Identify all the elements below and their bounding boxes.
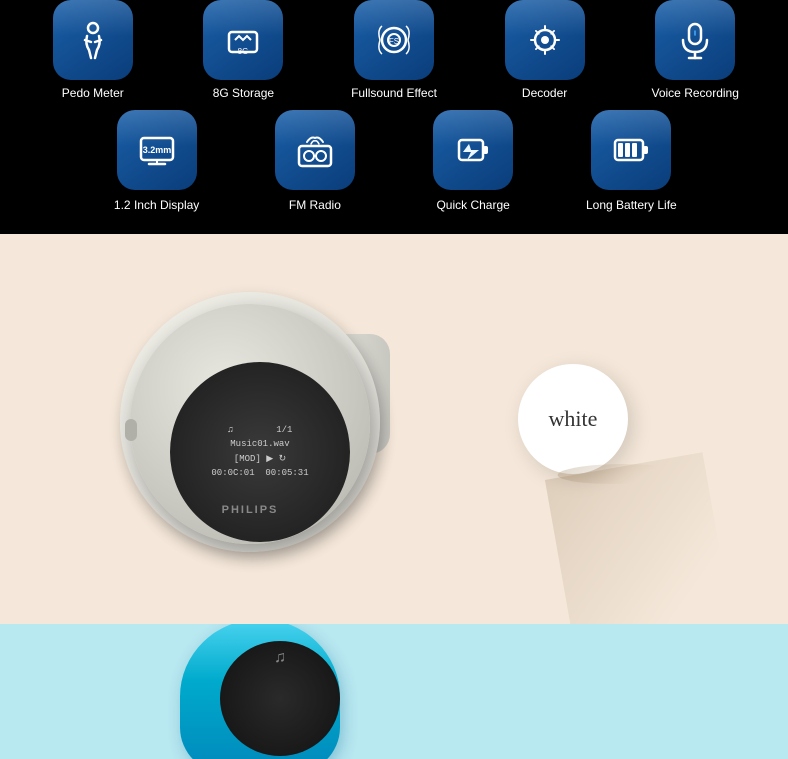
- blue-device-body: ♫: [180, 624, 340, 759]
- svg-text:8G: 8G: [238, 47, 249, 56]
- blue-device-illustration: ♫: [160, 624, 360, 759]
- quick-charge-label: Quick Charge: [436, 198, 509, 214]
- blue-device-section: ♫: [0, 624, 788, 759]
- fm-radio-label: FM Radio: [289, 198, 341, 214]
- side-button: [125, 419, 137, 441]
- music-note-icon: ♫: [274, 649, 286, 667]
- battery-icon: [591, 110, 671, 190]
- 8g-storage-icon: 8G: [203, 0, 283, 80]
- feature-quick-charge: Quick Charge: [397, 110, 550, 214]
- color-badge-text: white: [549, 406, 598, 432]
- decoder-label: Decoder: [522, 86, 567, 100]
- white-device-section: ♫ 1/1 Music01.wav [MOD] ▶ ↻ 00:0C:01 00:…: [0, 234, 788, 624]
- top-features-row: Pedo Meter 8G 8G Storage FS Fullsound Ef…: [0, 0, 788, 110]
- screen-text: ♫ 1/1 Music01.wav [MOD] ▶ ↻ 00:0C:01 00:…: [211, 423, 308, 481]
- decoder-icon: [505, 0, 585, 80]
- fm-radio-icon: [275, 110, 355, 190]
- 8g-storage-label: 8G Storage: [213, 86, 274, 100]
- voice-recording-label: Voice Recording: [652, 86, 739, 100]
- blue-device-screen: ♫: [220, 641, 340, 756]
- feature-pedo-meter: Pedo Meter: [20, 0, 166, 100]
- fullsound-icon: FS: [354, 0, 434, 80]
- fullsound-label: Fullsound Effect: [351, 86, 437, 100]
- color-badge-white: white: [518, 364, 628, 474]
- device-body: ♫ 1/1 Music01.wav [MOD] ▶ ↻ 00:0C:01 00:…: [130, 304, 370, 544]
- svg-text:FS: FS: [389, 37, 399, 46]
- philips-logo: PHILIPS: [222, 504, 279, 516]
- quick-charge-icon: [433, 110, 513, 190]
- bottom-features-row: 3.2mm 1.2 Inch Display FM Radio: [0, 110, 788, 234]
- feature-fm-radio: FM Radio: [238, 110, 391, 214]
- feature-voice-recording: Voice Recording: [622, 0, 768, 100]
- display-label: 1.2 Inch Display: [114, 198, 199, 214]
- pedo-meter-label: Pedo Meter: [62, 86, 124, 100]
- feature-battery: Long Battery Life: [555, 110, 708, 214]
- display-icon: 3.2mm: [117, 110, 197, 190]
- feature-display: 3.2mm 1.2 Inch Display: [80, 110, 233, 214]
- pedo-meter-icon: [53, 0, 133, 80]
- feature-8g-storage: 8G 8G Storage: [171, 0, 317, 100]
- feature-fullsound: FS Fullsound Effect: [321, 0, 467, 100]
- voice-recording-icon: [655, 0, 735, 80]
- battery-label: Long Battery Life: [586, 198, 677, 214]
- svg-text:3.2mm: 3.2mm: [142, 145, 171, 155]
- white-device-illustration: ♫ 1/1 Music01.wav [MOD] ▶ ↻ 00:0C:01 00:…: [120, 274, 400, 564]
- feature-decoder: Decoder: [472, 0, 618, 100]
